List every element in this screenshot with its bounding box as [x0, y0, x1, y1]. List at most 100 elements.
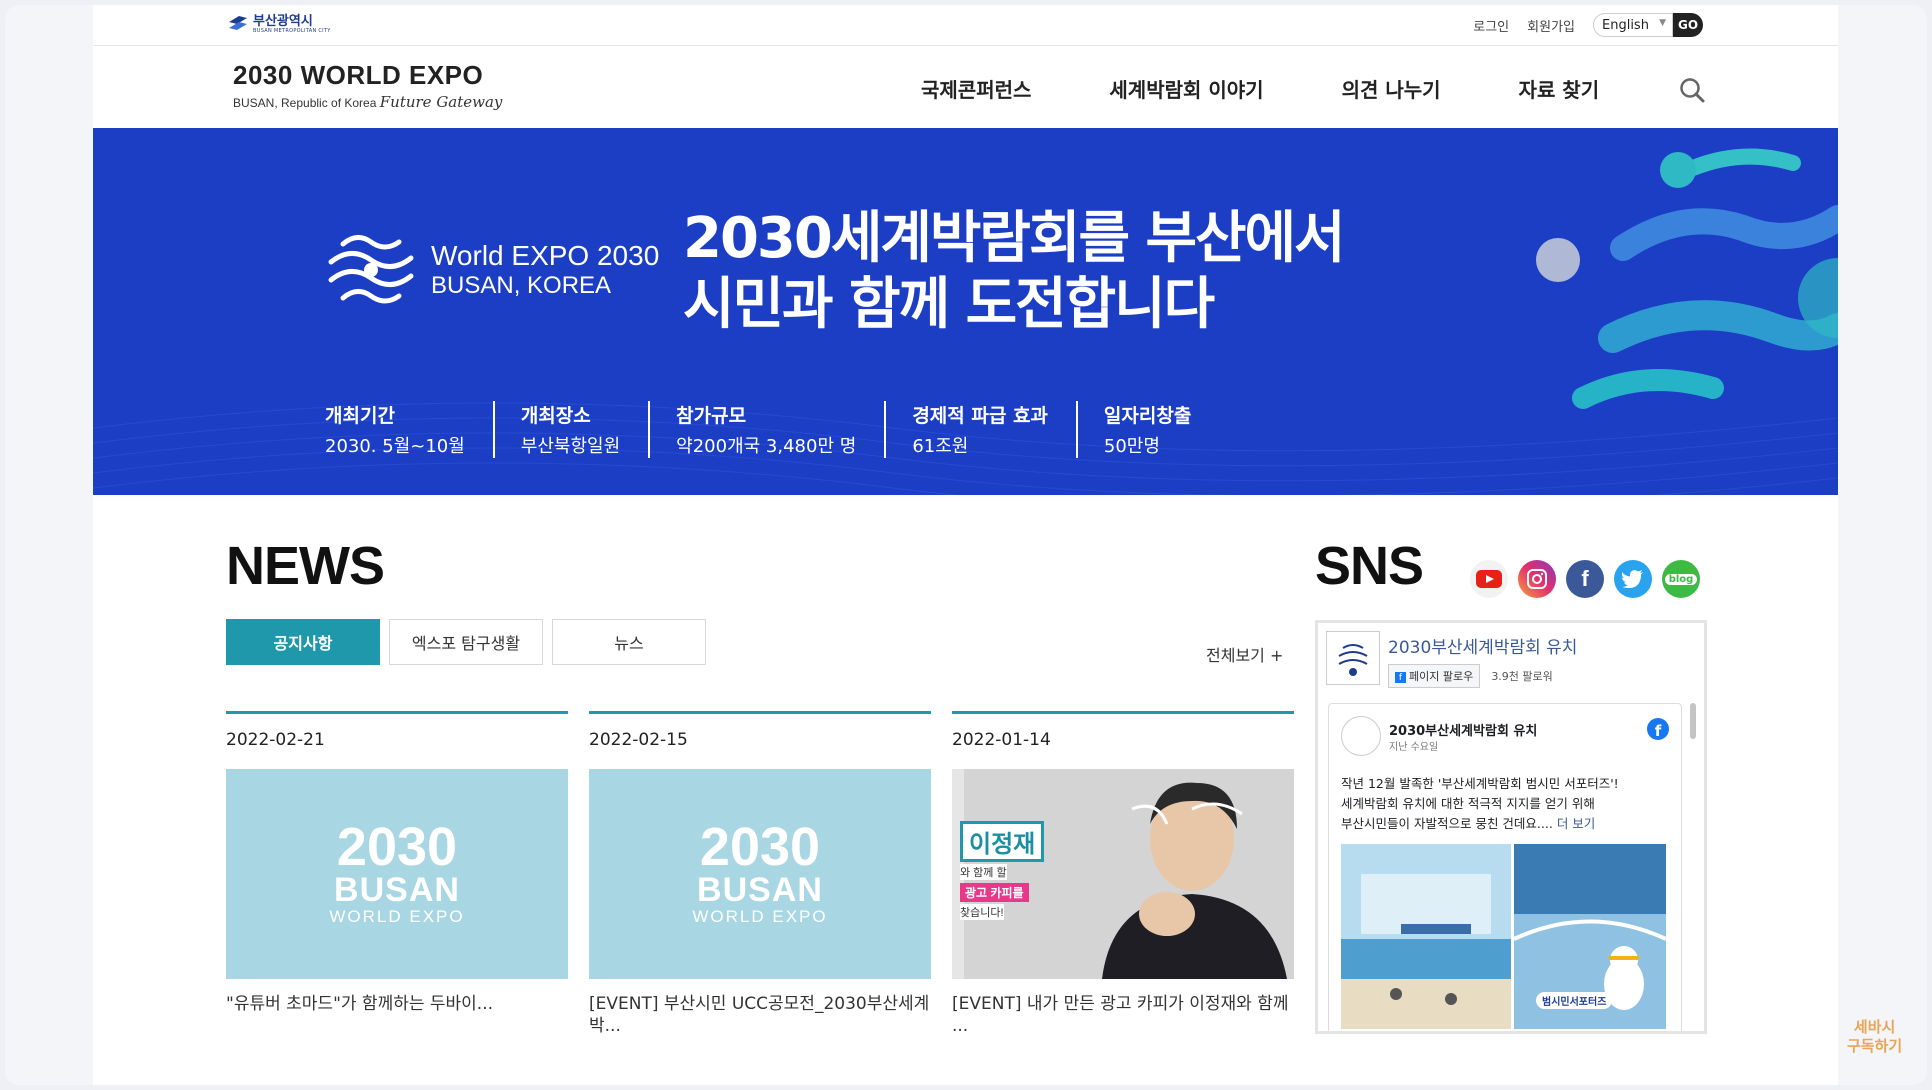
fb-image-label: 범시민서포터즈: [1536, 992, 1613, 1009]
news-tabs: 공지사항 엑스포 탐구생활 뉴스: [226, 619, 706, 665]
fb-post-author[interactable]: 2030부산세계박람회 유치: [1389, 720, 1537, 739]
event-overlay: 이정재 와 함께 할 광고 카피를 찾습니다!: [960, 821, 1080, 921]
fact-label: 개최장소: [520, 405, 591, 427]
thumb-year: 2030: [336, 817, 458, 877]
fb-follow-label: 페이지 팔로우: [1409, 670, 1474, 683]
city-sub: BUSAN METROPOLITAN CITY: [253, 27, 331, 34]
news-caption[interactable]: [EVENT] 부산시민 UCC공모전_2030부산세계박...: [589, 993, 931, 1037]
fb-post-time[interactable]: 지난 수요일: [1389, 738, 1438, 753]
page: 부산광역시 BUSAN METROPOLITAN CITY 로그인 회원가입 E…: [93, 5, 1838, 1085]
nav-item-resources[interactable]: 자료 찾기: [1519, 74, 1600, 103]
busan-logo-icon: [229, 16, 247, 30]
blog-label: blog: [1664, 573, 1698, 585]
youtube-icon[interactable]: [1470, 560, 1508, 598]
hero-title: 2030세계박람회를 부산에서 시민과 함께 도전합니다: [683, 206, 1346, 338]
blog-icon[interactable]: blog: [1662, 560, 1700, 598]
fb-post-line1: 작년 12월 발족한 '부산세계박람회 범시민 서포터즈'!: [1341, 776, 1619, 791]
view-all-link[interactable]: 전체보기 +: [1206, 642, 1283, 666]
site-subtitle: BUSAN, Republic of Korea Future Gateway: [233, 93, 502, 111]
thumb-year: 2030: [699, 817, 821, 877]
fact-label: 일자리창출: [1103, 405, 1192, 427]
city-logo[interactable]: 부산광역시 BUSAN METROPOLITAN CITY: [227, 14, 331, 34]
sns-heading: SNS: [1315, 536, 1424, 596]
news-thumbnail[interactable]: 2030 BUSAN WORLD EXPO: [226, 769, 568, 979]
fb-post-avatar[interactable]: [1341, 716, 1381, 756]
site-header: 2030 WORLD EXPO BUSAN, Republic of Korea…: [93, 46, 1838, 128]
tab-notices[interactable]: 공지사항: [226, 619, 380, 665]
facebook-widget: 2030부산세계박람회 유치 f 페이지 팔로우 3.9천 팔로워 2030부산세…: [1315, 620, 1707, 1034]
overlay-line: 와 함께 할: [960, 864, 1007, 880]
news-date: 2022-01-14: [952, 730, 1051, 750]
facebook-icon[interactable]: f: [1566, 560, 1604, 598]
fact-value: 2030. 5월~10월: [325, 436, 465, 457]
fact-value: 약200개국 3,480만 명: [676, 436, 857, 457]
fb-post-line2: 세계박람회 유치에 대한 적극적 지지를 얻기 위해: [1341, 796, 1595, 811]
news-photo-thumbnail[interactable]: 이정재 와 함께 할 광고 카피를 찾습니다!: [952, 769, 1294, 979]
fb-page-name[interactable]: 2030부산세계박람회 유치: [1388, 633, 1577, 658]
nav-item-opinions[interactable]: 의견 나누기: [1342, 74, 1441, 103]
fb-post: 2030부산세계박람회 유치 지난 수요일 f 작년 12월 발족한 '부산세계…: [1328, 703, 1682, 1031]
news-heading: NEWS: [226, 536, 385, 596]
subscribe-watermark[interactable]: 세바시 구독하기: [1847, 1018, 1902, 1056]
tab-expo-life[interactable]: 엑스포 탐구생활: [389, 619, 543, 665]
news-card[interactable]: 2022-02-21 2030 BUSAN WORLD EXPO "유튜버 초마…: [226, 711, 568, 1037]
thumb-expo: WORLD EXPO: [692, 907, 828, 926]
news-caption[interactable]: [EVENT] 내가 만든 광고 카피가 이정재와 함께 ...: [952, 993, 1294, 1037]
instagram-icon[interactable]: [1518, 560, 1556, 598]
nav-item-conference[interactable]: 국제콘퍼런스: [921, 74, 1031, 103]
fb-post-images[interactable]: 범시민서포터즈: [1341, 844, 1666, 1029]
site-slogan: Future Gateway: [379, 93, 503, 111]
hero-title-line2: 시민과 함께 도전합니다: [683, 272, 1215, 337]
thumb-city: BUSAN: [697, 871, 823, 909]
site-logo[interactable]: 2030 WORLD EXPO BUSAN, Republic of Korea…: [233, 60, 502, 111]
fact-jobs: 일자리창출 50만명: [1104, 401, 1219, 458]
fact-venue: 개최장소 부산북항일원: [520, 401, 651, 458]
news-card[interactable]: 2022-02-15 2030 BUSAN WORLD EXPO [EVENT]…: [589, 711, 931, 1037]
expo-logo: World EXPO 2030 BUSAN, KOREA: [323, 228, 659, 312]
news-card-list: 2022-02-21 2030 BUSAN WORLD EXPO "유튜버 초마…: [226, 711, 1294, 1037]
site-location: BUSAN, Republic of Korea: [233, 96, 377, 110]
expo-facts: 개최기간 2030. 5월~10월 개최장소 부산북항일원 참가규모 약200개…: [325, 401, 1245, 458]
overlay-copy: 광고 카피를: [960, 883, 1029, 902]
facebook-icon: f: [1395, 672, 1406, 683]
news-thumbnail[interactable]: 2030 BUSAN WORLD EXPO: [589, 769, 931, 979]
signup-link[interactable]: 회원가입: [1527, 16, 1575, 35]
tab-news[interactable]: 뉴스: [552, 619, 706, 665]
thumb-city: BUSAN: [334, 871, 460, 909]
fb-post-image-2[interactable]: 범시민서포터즈: [1514, 844, 1666, 1029]
fb-post-image-1[interactable]: [1341, 844, 1511, 1029]
overlay-end: 찾습니다!: [960, 904, 1004, 920]
thumb-expo: WORLD EXPO: [329, 907, 465, 926]
nav-item-expo-story[interactable]: 세계박람회 이야기: [1109, 74, 1263, 103]
fb-post-line3: 부산시민들이 자발적으로 뭉친 건데요....: [1341, 816, 1553, 831]
subscribe-line2: 구독하기: [1847, 1037, 1903, 1055]
main-nav: 국제콘퍼런스 세계박람회 이야기 의견 나누기 자료 찾기: [921, 74, 1677, 103]
news-caption[interactable]: "유튜버 초마드"가 함께하는 두바이...: [226, 993, 568, 1015]
chevron-down-icon: ▼: [1659, 18, 1666, 28]
news-date: 2022-02-15: [589, 730, 688, 750]
fb-scrollbar[interactable]: [1690, 703, 1696, 739]
fb-page-avatar[interactable]: [1326, 631, 1380, 685]
fb-see-more-link[interactable]: 더 보기: [1557, 816, 1595, 831]
news-card[interactable]: 2022-01-14 이정재 와 함께 할 광고 카피를 찾습니다! [EVEN…: [952, 711, 1294, 1037]
language-select[interactable]: English ▼: [1593, 13, 1673, 37]
subscribe-line1: 세바시: [1853, 1018, 1896, 1036]
fact-scale: 참가규모 약200개국 3,480만 명: [676, 401, 887, 458]
login-link[interactable]: 로그인: [1473, 16, 1509, 35]
fact-label: 참가규모: [676, 405, 747, 427]
overlay-name: 이정재: [960, 821, 1045, 862]
language-value: English: [1602, 17, 1649, 33]
facebook-icon[interactable]: f: [1647, 718, 1669, 740]
expo-emblem-icon: [328, 235, 414, 304]
fact-value: 61조원: [912, 436, 969, 457]
hero-banner[interactable]: World EXPO 2030 BUSAN, KOREA 2030세계박람회를 …: [93, 128, 1838, 495]
go-button[interactable]: GO: [1673, 13, 1703, 37]
fact-label: 경제적 파급 효과: [912, 405, 1048, 427]
twitter-icon[interactable]: [1614, 560, 1652, 598]
utility-links: 로그인 회원가입 English ▼ GO: [1473, 13, 1703, 37]
fact-value: 부산북항일원: [520, 436, 621, 457]
search-icon[interactable]: [1678, 76, 1706, 104]
fb-follow-button[interactable]: f 페이지 팔로우: [1388, 664, 1481, 688]
expo-logo-line2: BUSAN, KOREA: [431, 272, 612, 299]
fact-period: 개최기간 2030. 5월~10월: [325, 401, 495, 458]
